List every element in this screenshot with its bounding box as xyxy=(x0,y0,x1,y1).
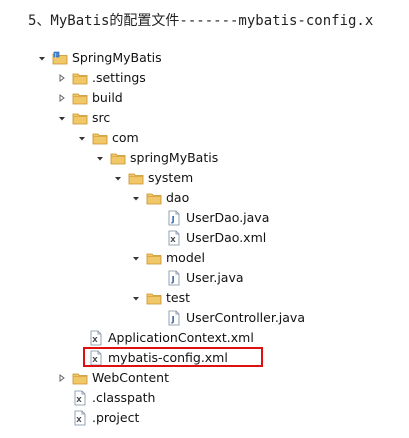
tree-node-springmybatis-package[interactable]: springMyBatis xyxy=(94,148,218,168)
folder-icon xyxy=(128,170,144,186)
tree-node-label: UserDao.xml xyxy=(186,230,267,245)
tree-node-project-file[interactable]: .project xyxy=(72,408,139,428)
collapsed-arrow-icon[interactable] xyxy=(56,92,68,104)
tree-node-userdao-java[interactable]: UserDao.java xyxy=(166,208,269,228)
tree-node-label: dao xyxy=(166,190,190,205)
folder-icon xyxy=(72,70,88,86)
tree-node-label: .settings xyxy=(92,70,146,85)
tree-node-com[interactable]: com xyxy=(76,128,139,148)
tree-node-label: SpringMyBatis xyxy=(72,50,162,65)
collapsed-arrow-icon[interactable] xyxy=(56,372,68,384)
folder-icon xyxy=(146,290,162,306)
java-project-icon xyxy=(52,50,68,66)
folder-icon xyxy=(110,150,126,166)
tree-node-src[interactable]: src xyxy=(56,108,110,128)
tree-node-classpath[interactable]: .classpath xyxy=(72,388,155,408)
tree-node-label: UserController.java xyxy=(186,310,305,325)
expanded-arrow-icon[interactable] xyxy=(130,252,142,264)
java-file-icon xyxy=(166,310,182,326)
tree-node-label: build xyxy=(92,90,123,105)
tree-node-test[interactable]: test xyxy=(130,288,190,308)
tree-node-dao[interactable]: dao xyxy=(130,188,189,208)
expanded-arrow-icon[interactable] xyxy=(76,132,88,144)
xml-file-icon xyxy=(72,410,88,426)
tree-node-system[interactable]: system xyxy=(112,168,193,188)
tree-node-label: .project xyxy=(92,410,140,425)
tree-node-label: test xyxy=(166,290,191,305)
folder-icon xyxy=(72,110,88,126)
folder-icon xyxy=(92,130,108,146)
java-file-icon xyxy=(166,270,182,286)
java-file-icon xyxy=(166,210,182,226)
tree-node-label: .classpath xyxy=(92,390,156,405)
tree-node-label: system xyxy=(148,170,194,185)
expanded-arrow-icon[interactable] xyxy=(36,52,48,64)
tree-node-webcontent[interactable]: WebContent xyxy=(56,368,169,388)
expanded-arrow-icon[interactable] xyxy=(94,152,106,164)
tree-node-label: springMyBatis xyxy=(130,150,219,165)
expanded-arrow-icon[interactable] xyxy=(130,292,142,304)
tree-node-label: model xyxy=(166,250,205,265)
collapsed-arrow-icon[interactable] xyxy=(56,72,68,84)
tree-node-user-java[interactable]: User.java xyxy=(166,268,244,288)
tree-node-userdao-xml[interactable]: UserDao.xml xyxy=(166,228,266,248)
tree-node-model[interactable]: model xyxy=(130,248,205,268)
tree-node-label: User.java xyxy=(186,270,244,285)
tree-node-springmybatis[interactable]: SpringMyBatis xyxy=(36,48,162,68)
tree-node-settings[interactable]: .settings xyxy=(56,68,146,88)
xml-file-icon xyxy=(166,230,182,246)
folder-icon xyxy=(146,190,162,206)
xml-file-icon xyxy=(72,390,88,406)
tree-node-usercontroller-java[interactable]: UserController.java xyxy=(166,308,305,328)
tree-node-applicationcontext-xml[interactable]: ApplicationContext.xml xyxy=(88,328,254,348)
tree-node-label: com xyxy=(112,130,139,145)
expanded-arrow-icon[interactable] xyxy=(130,192,142,204)
tree-node-label: ApplicationContext.xml xyxy=(108,330,254,345)
folder-icon xyxy=(72,370,88,386)
highlight-box xyxy=(83,347,263,367)
tree-node-label: WebContent xyxy=(92,370,169,385)
folder-icon xyxy=(146,250,162,266)
folder-icon xyxy=(72,90,88,106)
xml-file-icon xyxy=(88,330,104,346)
project-explorer-tree: SpringMyBatis .settings build src com sp… xyxy=(0,0,409,438)
expanded-arrow-icon[interactable] xyxy=(56,112,68,124)
tree-node-build[interactable]: build xyxy=(56,88,123,108)
expanded-arrow-icon[interactable] xyxy=(112,172,124,184)
tree-node-label: UserDao.java xyxy=(186,210,270,225)
tree-node-label: src xyxy=(92,110,111,125)
